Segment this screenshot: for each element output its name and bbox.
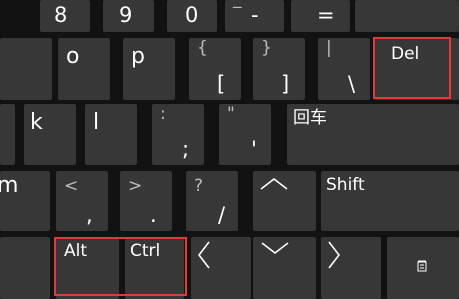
key-m[interactable]: m	[0, 171, 50, 231]
key-enter-label: 回车	[293, 108, 327, 128]
key-shift-label: Shift	[326, 175, 365, 195]
key-minus-label: -	[251, 3, 259, 27]
key-backslash[interactable]: | \	[318, 38, 370, 100]
key-backslash-label: \	[348, 72, 356, 96]
key-right-bracket-label: ]	[281, 72, 290, 96]
arrow-right-icon	[328, 241, 341, 269]
key-k[interactable]: k	[24, 104, 76, 165]
key-left-bracket-shift-label: {	[197, 38, 208, 58]
key-minus-shift-label: _	[233, 0, 242, 8]
key-comma-shift-label: <	[64, 176, 79, 196]
key-0-label: 0	[185, 3, 199, 27]
key-slash[interactable]: ? /	[186, 171, 238, 231]
key-del-label: Del	[391, 44, 420, 64]
key-k-label: k	[30, 110, 43, 135]
key-l[interactable]: l	[85, 104, 137, 165]
key-period-label: .	[150, 203, 157, 227]
key-l-label: l	[93, 110, 100, 135]
key-minus[interactable]: _ -	[225, 0, 284, 32]
key-arrow-left[interactable]	[191, 237, 251, 299]
key-j[interactable]	[0, 104, 15, 165]
key-equals-label: =	[317, 3, 335, 27]
key-enter[interactable]: 回车	[287, 104, 459, 165]
key-alt-label: Alt	[64, 241, 88, 261]
key-m-label: m	[0, 173, 19, 198]
key-left-bracket[interactable]: { [	[189, 38, 241, 100]
key-backspace[interactable]	[355, 0, 459, 32]
key-right-bracket[interactable]: } ]	[253, 38, 305, 100]
key-ctrl[interactable]: Ctrl	[125, 237, 184, 299]
key-p-label: p	[131, 44, 145, 69]
key-arrow-up[interactable]	[253, 171, 316, 231]
on-screen-keyboard: 8 9 0 _ - = o p { [ } ] | \ Del k l	[0, 0, 459, 299]
arrow-up-icon	[260, 177, 288, 190]
key-del[interactable]: Del	[374, 38, 459, 100]
key-o-label: o	[66, 44, 80, 69]
key-keyboard-settings[interactable]	[387, 237, 459, 299]
key-arrow-right[interactable]	[321, 237, 381, 299]
key-comma-label: ,	[86, 203, 93, 227]
key-ctrl-label: Ctrl	[130, 241, 161, 261]
key-slash-shift-label: ?	[194, 176, 204, 196]
key-quote[interactable]: " '	[219, 104, 271, 165]
key-period[interactable]: > .	[120, 171, 172, 231]
key-p[interactable]: p	[123, 38, 175, 100]
key-alt[interactable]: Alt	[56, 237, 119, 299]
keyboard-settings-icon	[417, 260, 427, 272]
key-8-label: 8	[54, 3, 68, 27]
key-quote-label: '	[251, 137, 257, 161]
key-backslash-shift-label: |	[326, 38, 332, 58]
key-comma[interactable]: < ,	[56, 171, 108, 231]
key-i[interactable]	[0, 38, 52, 100]
key-left-bracket-label: [	[217, 72, 226, 96]
key-right-bracket-shift-label: }	[261, 38, 272, 58]
arrow-down-icon	[261, 242, 289, 255]
key-shift[interactable]: Shift	[321, 171, 459, 231]
arrow-left-icon	[197, 241, 210, 269]
key-arrow-down[interactable]	[253, 237, 316, 299]
key-0[interactable]: 0	[167, 0, 217, 32]
key-semicolon-label: ;	[182, 137, 190, 161]
key-semicolon[interactable]: : ;	[152, 104, 204, 165]
key-9[interactable]: 9	[103, 0, 154, 32]
key-o[interactable]: o	[58, 38, 110, 100]
key-9-label: 9	[119, 3, 133, 27]
key-equals[interactable]: =	[291, 0, 350, 32]
key-slash-label: /	[218, 203, 226, 227]
key-fn[interactable]	[0, 237, 50, 299]
key-period-shift-label: >	[128, 176, 143, 196]
key-quote-shift-label: "	[227, 104, 235, 124]
key-semicolon-shift-label: :	[160, 104, 166, 124]
key-8[interactable]: 8	[40, 0, 90, 32]
